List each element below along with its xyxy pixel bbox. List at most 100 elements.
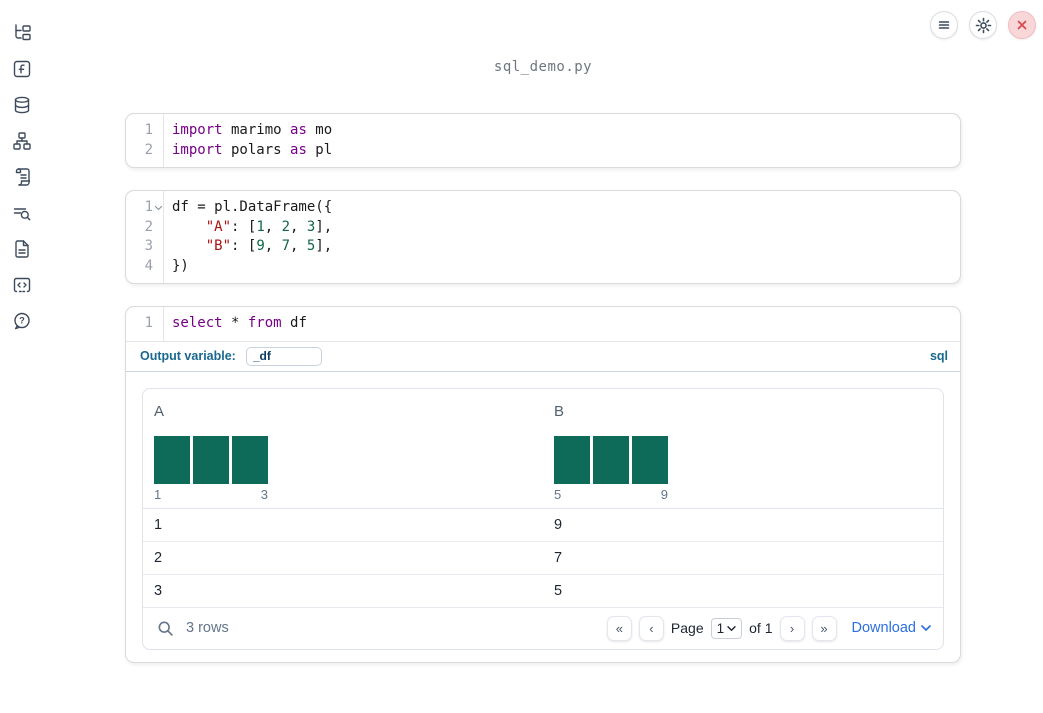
table-cell: 3	[154, 582, 163, 599]
code-line[interactable]: 3 "B": [9, 7, 5],	[126, 237, 960, 257]
table-header: A 1 3 B 5 9	[143, 389, 943, 509]
cell-output: A 1 3 B 5 9 1 9 2 7 3 5 3 rows « ‹ Page …	[126, 371, 960, 662]
search-icon[interactable]	[157, 620, 174, 637]
code-text: df = pl.DataFrame({	[172, 199, 333, 215]
histogram-max-label: 3	[260, 486, 268, 502]
pagination: « ‹ Page 1 of 1 › »	[606, 615, 837, 641]
fold-gutter	[153, 237, 163, 257]
code-line[interactable]: 4})	[126, 257, 960, 277]
histogram-bar[interactable]	[154, 435, 190, 484]
page-label: Page	[670, 620, 704, 636]
histogram-min-label: 5	[554, 486, 562, 502]
line-number: 4	[144, 257, 153, 274]
dataframe-table: A 1 3 B 5 9 1 9 2 7 3 5 3 rows « ‹ Page …	[142, 387, 944, 650]
code-text: })	[172, 257, 189, 274]
code-text: import marimo as mo	[172, 122, 333, 138]
prev-page-button[interactable]: ‹	[638, 615, 664, 641]
fold-gutter	[153, 314, 163, 334]
table-row[interactable]: 35	[143, 575, 943, 608]
sql-language-badge: sql	[929, 349, 948, 363]
code-cell-dataframe[interactable]: 1 df = pl.DataFrame({2 "A": [1, 2, 3], 3 "…	[125, 190, 961, 284]
table-cell: 7	[554, 549, 563, 566]
next-page-button[interactable]: ›	[779, 615, 805, 641]
column-histogram: 5 9	[554, 435, 668, 502]
code-editor[interactable]: 1 df = pl.DataFrame({2 "A": [1, 2, 3], 3 "…	[126, 191, 960, 283]
row-count: 3 rows	[186, 620, 229, 636]
fold-gutter	[153, 257, 163, 277]
page-of-label: of 1	[749, 620, 773, 636]
line-number: 1	[144, 315, 153, 331]
histogram-bar[interactable]	[232, 435, 268, 484]
table-cell: 2	[154, 549, 163, 566]
help-icon[interactable]: ?	[11, 310, 33, 332]
output-variable-input[interactable]	[245, 346, 322, 366]
code-line[interactable]: 1 import marimo as mo	[126, 121, 960, 141]
variables-icon[interactable]	[11, 58, 33, 80]
code-line[interactable]: 2 "A": [1, 2, 3],	[126, 218, 960, 238]
table-cell: 5	[554, 582, 563, 599]
code-text: import polars as pl	[172, 141, 333, 158]
table-row[interactable]: 27	[143, 542, 943, 575]
column-name: B	[554, 402, 565, 420]
code-line[interactable]: 1 select * from df	[126, 314, 960, 334]
table-cell: 1	[154, 516, 163, 533]
line-number: 2	[144, 218, 153, 235]
settings-gear-icon[interactable]	[969, 11, 997, 39]
snippets-icon[interactable]	[11, 274, 33, 296]
column-histogram: 1 3	[154, 435, 268, 502]
histogram-bar[interactable]	[593, 435, 629, 484]
output-variable-label: Output variable:	[140, 349, 236, 363]
column-name: A	[154, 402, 165, 420]
column-header-a[interactable]: A 1 3	[143, 389, 543, 508]
histogram-bar[interactable]	[554, 435, 590, 484]
sql-cell[interactable]: 1 select * from df Output variable: sql A…	[125, 306, 961, 663]
outline-search-icon[interactable]	[11, 202, 33, 224]
line-number: 3	[144, 238, 153, 254]
fold-gutter	[153, 141, 163, 161]
sql-code-editor[interactable]: 1 select * from df	[126, 307, 960, 342]
code-line[interactable]: 2 import polars as pl	[126, 141, 960, 161]
histogram-bar[interactable]	[632, 435, 668, 484]
download-button[interactable]: Download	[852, 620, 932, 636]
sql-output-variable-bar: Output variable: sql	[126, 342, 960, 372]
code-text: "B": [9, 7, 5],	[205, 238, 333, 254]
notebook-filename: sql_demo.py	[493, 59, 593, 75]
first-page-button[interactable]: «	[606, 615, 632, 641]
histogram-bars	[554, 435, 668, 484]
histogram-bars	[154, 435, 268, 484]
column-header-b[interactable]: B 5 9	[543, 389, 943, 508]
data-sources-icon[interactable]	[11, 94, 33, 116]
notebook: sql_demo.py 1 import marimo as mo 2 import …	[125, 0, 961, 663]
table-footer: 3 rows « ‹ Page 1 of 1 › » Download	[143, 608, 943, 649]
chevron-down-icon	[727, 625, 736, 631]
code-text: select * from df	[172, 315, 307, 331]
dependency-graph-icon[interactable]	[11, 130, 33, 152]
helper-sidebar: ?	[0, 0, 44, 713]
table-cell: 9	[554, 516, 563, 533]
histogram-max-label: 9	[660, 486, 668, 502]
download-label: Download	[851, 620, 917, 636]
code-text: "A": [1, 2, 3],	[205, 218, 333, 235]
line-number: 2	[144, 141, 153, 158]
table-row[interactable]: 19	[143, 509, 943, 542]
page-select[interactable]: 1	[710, 617, 743, 639]
page-select-value: 1	[716, 620, 725, 636]
line-number: 1	[144, 199, 153, 215]
table-body: 192735	[143, 509, 943, 608]
logs-icon[interactable]	[11, 166, 33, 188]
last-page-button[interactable]: »	[811, 615, 837, 641]
histogram-min-label: 1	[154, 486, 162, 502]
documentation-icon[interactable]	[11, 238, 33, 260]
close-icon[interactable]	[1008, 11, 1036, 39]
chevron-down-icon	[921, 625, 931, 631]
file-explorer-icon[interactable]	[11, 22, 33, 44]
code-editor[interactable]: 1 import marimo as mo 2 import polars as pl	[126, 114, 960, 167]
fold-chevron-icon[interactable]	[153, 198, 163, 218]
svg-text:?: ?	[19, 316, 25, 326]
fold-gutter	[153, 121, 163, 141]
fold-gutter	[153, 218, 163, 238]
code-cell-imports[interactable]: 1 import marimo as mo 2 import polars as pl	[125, 113, 961, 168]
line-number: 1	[144, 122, 153, 138]
histogram-bar[interactable]	[193, 435, 229, 484]
code-line[interactable]: 1 df = pl.DataFrame({	[126, 198, 960, 218]
